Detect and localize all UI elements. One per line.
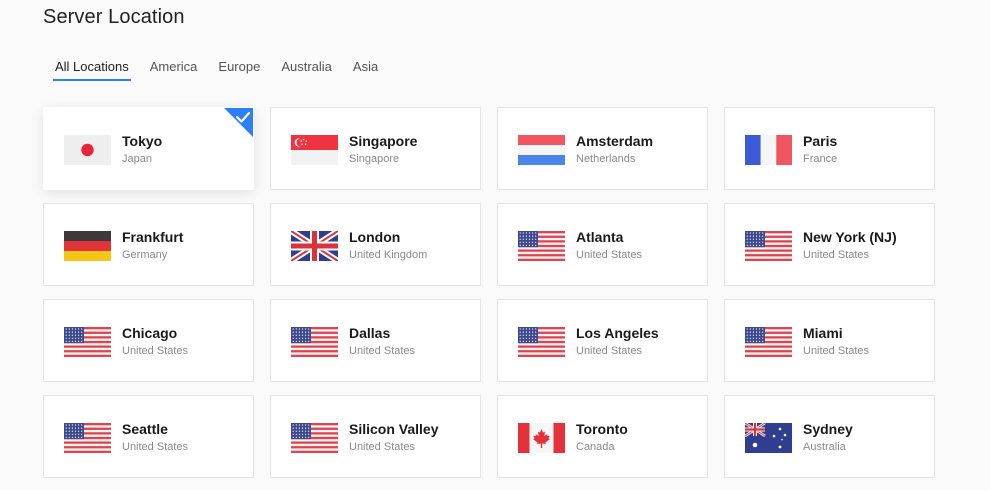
country-name: Singapore	[349, 153, 400, 165]
usa-flag-icon	[745, 231, 792, 261]
japan-flag-icon	[64, 135, 111, 165]
usa-flag-icon	[64, 327, 111, 357]
location-card-amsterdam[interactable]: Amsterdam Netherlands	[497, 107, 708, 190]
tab-america[interactable]: America	[148, 57, 200, 80]
city-name: Paris	[803, 133, 838, 149]
location-card-toronto[interactable]: Toronto Canada	[497, 395, 708, 478]
usa-flag-icon	[291, 327, 338, 357]
location-card-los-angeles[interactable]: Los Angeles United States	[497, 299, 708, 382]
city-name: Amsterdam	[576, 133, 654, 149]
location-card-paris[interactable]: Paris France	[724, 107, 935, 190]
location-card-singapore[interactable]: Singapore Singapore	[270, 107, 481, 190]
location-tabs: All Locations America Europe Australia A…	[53, 57, 397, 81]
usa-flag-icon	[291, 423, 338, 453]
location-card-atlanta[interactable]: Atlanta United States	[497, 203, 708, 286]
country-name: United States	[803, 249, 870, 261]
country-name: United States	[576, 345, 643, 357]
france-flag-icon	[745, 135, 792, 165]
location-card-new-york[interactable]: New York (NJ) United States	[724, 203, 935, 286]
city-name: New York (NJ)	[803, 229, 897, 245]
country-name: United States	[122, 345, 189, 357]
city-name: Singapore	[349, 133, 418, 149]
country-name: Canada	[576, 441, 615, 453]
city-name: Tokyo	[122, 133, 163, 149]
location-card-silicon-valley[interactable]: Silicon Valley United States	[270, 395, 481, 478]
city-name: Los Angeles	[576, 325, 659, 341]
location-card-chicago[interactable]: Chicago United States	[43, 299, 254, 382]
country-name: United States	[122, 441, 189, 453]
country-name: Netherlands	[576, 153, 636, 165]
location-card-miami[interactable]: Miami United States	[724, 299, 935, 382]
city-name: Frankfurt	[122, 229, 184, 245]
country-name: Germany	[122, 249, 168, 261]
germany-flag-icon	[64, 231, 111, 261]
australia-flag-icon	[745, 423, 792, 453]
uk-flag-icon	[291, 231, 338, 261]
location-card-sydney[interactable]: Sydney Australia	[724, 395, 935, 478]
singapore-flag-icon	[291, 135, 338, 165]
city-name: Sydney	[803, 421, 853, 437]
city-name: Miami	[803, 325, 843, 341]
netherlands-flag-icon	[518, 135, 565, 165]
canada-flag-icon	[518, 423, 565, 453]
city-name: Toronto	[576, 421, 628, 437]
city-name: Silicon Valley	[349, 421, 439, 437]
tab-asia[interactable]: Asia	[351, 57, 380, 80]
usa-flag-icon	[518, 327, 565, 357]
location-card-seattle[interactable]: Seattle United States	[43, 395, 254, 478]
tab-europe[interactable]: Europe	[216, 57, 262, 80]
country-name: Australia	[803, 441, 846, 453]
location-grid: Tokyo Japan Singapore Singapore Amsterda…	[43, 107, 935, 478]
city-name: London	[349, 229, 401, 245]
city-name: Dallas	[349, 325, 391, 341]
tab-all-locations[interactable]: All Locations	[53, 57, 131, 81]
country-name: United States	[349, 441, 416, 453]
tab-australia[interactable]: Australia	[279, 57, 334, 80]
location-card-tokyo[interactable]: Tokyo Japan	[43, 107, 254, 190]
city-name: Atlanta	[576, 229, 624, 245]
page-title: Server Location	[43, 6, 185, 28]
location-card-london[interactable]: London United Kingdom	[270, 203, 481, 286]
city-name: Seattle	[122, 421, 168, 437]
location-card-frankfurt[interactable]: Frankfurt Germany	[43, 203, 254, 286]
country-name: United Kingdom	[349, 249, 428, 261]
city-name: Chicago	[122, 325, 178, 341]
country-name: United States	[576, 249, 643, 261]
country-name: United States	[349, 345, 416, 357]
country-name: Japan	[122, 153, 152, 165]
usa-flag-icon	[518, 231, 565, 261]
country-name: France	[803, 153, 838, 165]
country-name: United States	[803, 345, 870, 357]
location-card-dallas[interactable]: Dallas United States	[270, 299, 481, 382]
usa-flag-icon	[745, 327, 792, 357]
selected-check-icon	[224, 108, 253, 137]
usa-flag-icon	[64, 423, 111, 453]
